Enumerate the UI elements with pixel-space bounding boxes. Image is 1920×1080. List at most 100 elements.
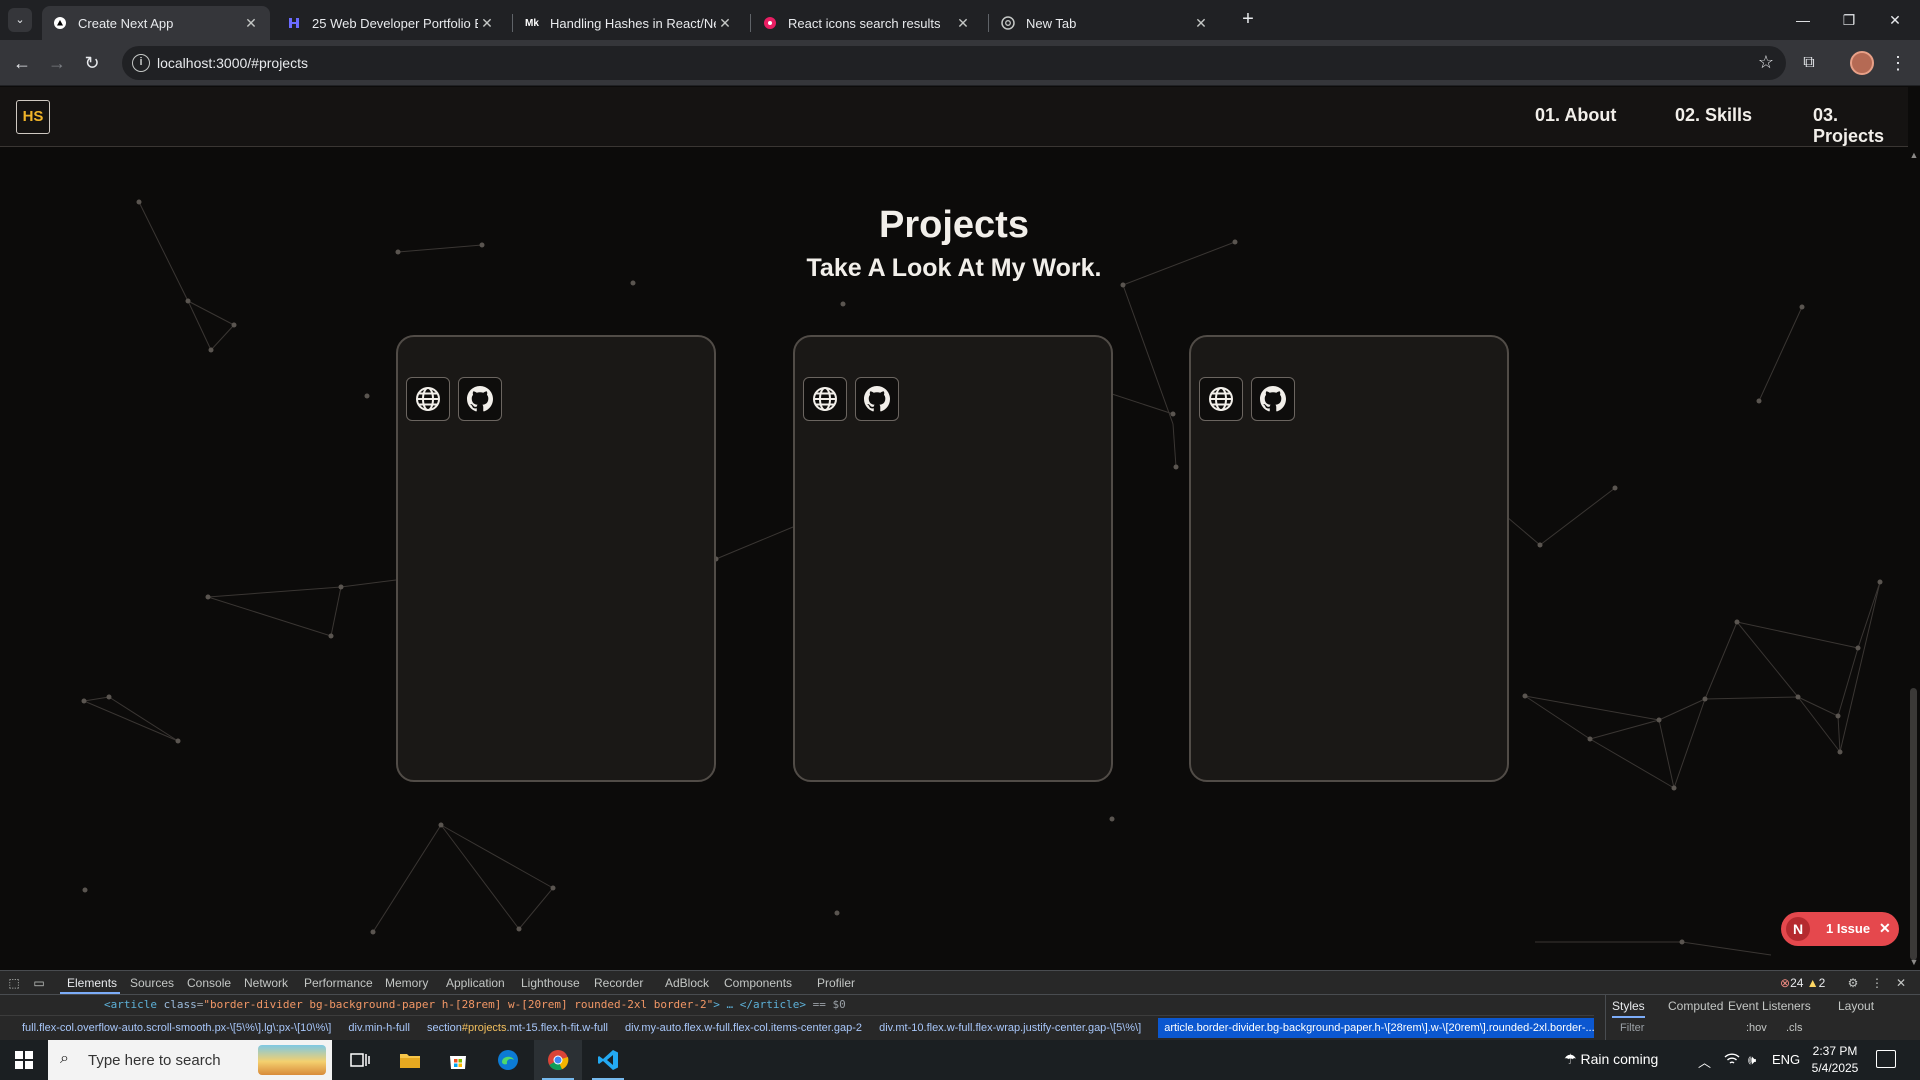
site-header: HS 01. About 02. Skills 03. Projects [0,87,1908,147]
inspect-element-icon[interactable]: ⬚ [5,974,23,992]
minimize-button[interactable]: — [1780,0,1826,40]
devtools-tab-performance[interactable]: Performance [304,976,373,990]
devtools-tab-recorder[interactable]: Recorder [594,976,643,990]
devtools-settings-gear-icon[interactable]: ⚙ [1844,974,1862,992]
close-tab-icon[interactable]: ✕ [954,15,972,32]
chrome-taskbar-icon[interactable] [534,1040,582,1080]
breadcrumb-item-selected[interactable]: article.border-divider.bg-background-pap… [1158,1018,1594,1038]
breadcrumb-item[interactable]: div.mt-10.flex.w-full.flex-wrap.justify-… [879,1022,1141,1034]
restore-button[interactable]: ❐ [1826,0,1872,40]
vercel-triangle-icon [52,15,68,31]
input-language[interactable]: ENG [1772,1052,1800,1067]
tab-search-button[interactable]: ⌄ [8,8,32,32]
address-url[interactable]: localhost:3000/#projects [157,55,308,71]
code-suffix: == $0 [812,998,846,1011]
nav-link-projects[interactable]: 03. Projects [1813,105,1908,147]
breadcrumb-item[interactable]: div.min-h-full [348,1022,410,1034]
breadcrumb-item[interactable]: full.flex-col.overflow-auto.scroll-smoot… [22,1022,331,1034]
close-tab-icon[interactable]: ✕ [716,15,734,32]
devtools-tab-adblock[interactable]: AdBlock [665,976,709,990]
notification-center-icon[interactable] [1876,1050,1896,1068]
tab-portfolio-examples[interactable]: 25 Web Developer Portfolio Ex ✕ [276,6,506,40]
microsoft-store-icon[interactable] [434,1040,482,1080]
github-icon[interactable] [458,377,502,421]
devtools-tab-network[interactable]: Network [244,976,288,990]
back-arrow-icon[interactable]: ← [8,49,36,77]
tab-new-tab[interactable]: New Tab ✕ [990,6,1220,40]
side-tab-styles[interactable]: Styles [1612,999,1645,1018]
weather-widget[interactable]: ☂ Rain coming [1564,1051,1658,1068]
console-error-counts[interactable]: ⊗24 ▲2 [1780,976,1825,990]
profile-avatar[interactable] [1850,51,1874,75]
site-logo[interactable]: HS [16,100,50,134]
tab-title: New Tab [1026,15,1077,31]
nextjs-logo-icon: N [1786,917,1810,941]
address-bar[interactable]: i localhost:3000/#projects ☆ [122,46,1786,80]
hov-toggle[interactable]: :hov [1746,1022,1767,1034]
devtools-more-icon[interactable]: ⋮ [1868,974,1886,992]
project-card[interactable] [793,335,1113,782]
project-card[interactable] [396,335,716,782]
scroll-up-arrow-icon[interactable]: ▲ [1909,150,1919,160]
new-tab-button[interactable]: + [1234,8,1262,32]
devtools-tab-profiler[interactable]: Profiler [817,976,855,990]
selected-dom-node[interactable]: <article class="border-divider bg-backgr… [0,995,1600,1015]
devtools-tab-console[interactable]: Console [187,976,231,990]
forward-arrow-icon[interactable]: → [43,49,71,77]
side-tab-event-listeners[interactable]: Event Listeners [1728,999,1811,1013]
vscode-icon[interactable] [584,1040,632,1080]
globe-icon[interactable] [406,377,450,421]
tab-create-next-app[interactable]: Create Next App ✕ [42,6,270,40]
page-scrollbar[interactable]: ▲ ▼ [1908,147,1920,970]
side-tab-computed[interactable]: Computed [1668,999,1723,1013]
tab-react-icons[interactable]: React icons search results ✕ [752,6,982,40]
breadcrumb-item[interactable]: div.my-auto.flex.w-full.flex-col.items-c… [625,1022,862,1034]
volume-speaker-icon[interactable]: 🕪 [1748,1052,1756,1068]
nav-link-about[interactable]: 01. About [1535,105,1616,126]
nav-link-skills[interactable]: 02. Skills [1675,105,1752,126]
edge-browser-icon[interactable] [484,1040,532,1080]
breadcrumb-item-section[interactable]: section#projects.mt-15.flex.h-fit.w-full [427,1022,608,1034]
nextjs-issues-badge[interactable]: N 1 Issue ✕ [1781,912,1899,946]
devtools-tab-memory[interactable]: Memory [385,976,428,990]
show-hidden-icons-chevron-icon[interactable]: ︿ [1698,1052,1711,1071]
devtools-close-icon[interactable]: ✕ [1892,974,1910,992]
scroll-down-arrow-icon[interactable]: ▼ [1909,957,1919,967]
site-info-icon[interactable]: i [132,54,150,72]
devtools-tab-sources[interactable]: Sources [130,976,174,990]
close-tab-icon[interactable]: ✕ [478,15,496,32]
projects-subtitle: Take A Look At My Work. [806,254,1102,282]
github-icon[interactable] [1251,377,1295,421]
reload-icon[interactable]: ↻ [78,49,106,77]
devtools-tab-application[interactable]: Application [446,976,505,990]
github-icon[interactable] [855,377,899,421]
taskbar-clock[interactable]: 2:37 PM 5/4/2025 [1800,1043,1870,1077]
tab-separator [988,14,989,32]
issue-count-label[interactable]: 1 Issue [1826,921,1870,936]
devtools-tab-elements[interactable]: Elements [67,976,117,990]
cls-toggle[interactable]: .cls [1786,1022,1803,1034]
devtools-tab-lighthouse[interactable]: Lighthouse [521,976,580,990]
network-wifi-icon[interactable] [1724,1052,1740,1069]
devtools-tab-components[interactable]: Components [724,976,792,990]
project-card[interactable] [1189,335,1509,782]
globe-icon[interactable] [1199,377,1243,421]
windows-start-icon[interactable] [0,1040,48,1080]
extensions-puzzle-icon[interactable]: ⧉ [1796,50,1822,76]
close-icon[interactable]: ✕ [1879,920,1891,937]
tab-handling-hashes[interactable]: Mk Handling Hashes in React/Next ✕ [514,6,744,40]
close-tab-icon[interactable]: ✕ [1192,15,1210,32]
device-toolbar-icon[interactable]: ▭ [30,974,48,992]
scrollbar-thumb[interactable] [1910,688,1917,960]
globe-icon[interactable] [803,377,847,421]
task-view-icon[interactable] [336,1040,384,1080]
close-window-button[interactable]: ✕ [1872,0,1918,40]
close-tab-icon[interactable]: ✕ [242,15,260,32]
browser-menu-icon[interactable]: ⋮ [1888,50,1908,76]
side-tab-layout[interactable]: Layout [1838,999,1874,1013]
bookmark-star-icon[interactable]: ☆ [1758,52,1774,73]
file-explorer-icon[interactable] [386,1040,434,1080]
taskbar-search-box[interactable]: ⌕ Type here to search [48,1040,332,1080]
styles-filter-input[interactable]: Filter [1620,1022,1644,1034]
hashnode-icon [286,15,302,31]
